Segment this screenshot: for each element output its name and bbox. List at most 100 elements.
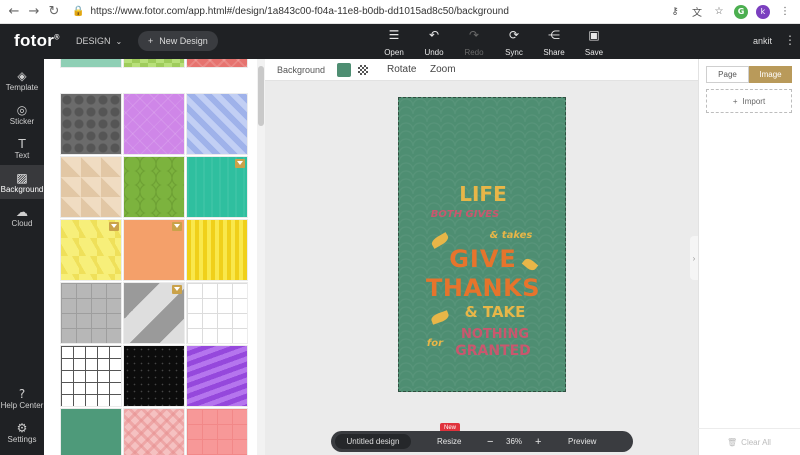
- tab-image[interactable]: Image: [749, 66, 792, 83]
- canvas-toolbar: Background Rotate Zoom: [265, 59, 698, 81]
- zoom-out-button[interactable]: −: [487, 431, 493, 452]
- more-icon[interactable]: ⋮: [784, 33, 796, 47]
- translate-icon[interactable]: 文: [690, 5, 704, 19]
- address-bar[interactable]: 🔒 https://www.fotor.com/app.html#/design…: [72, 3, 612, 21]
- pattern-tile[interactable]: [123, 282, 185, 344]
- pattern-tile[interactable]: [123, 156, 185, 218]
- poster-text-takes[interactable]: & takes: [427, 230, 595, 241]
- profile-avatar[interactable]: k: [756, 4, 770, 19]
- background-icon: ▨: [16, 170, 28, 185]
- fotor-logo[interactable]: fotor®: [14, 31, 60, 51]
- pattern-tile[interactable]: [123, 93, 185, 155]
- zoom-in-button[interactable]: +: [535, 431, 541, 452]
- sidebar-item-cloud[interactable]: ☁ Cloud: [0, 199, 44, 233]
- rotate-button[interactable]: Rotate: [387, 64, 416, 75]
- poster-text-thanks[interactable]: THANKS: [399, 274, 567, 302]
- pattern-tile[interactable]: [60, 219, 122, 281]
- panel-scrollbar-thumb[interactable]: [258, 66, 264, 126]
- save-button[interactable]: ▣ Save: [574, 28, 614, 58]
- back-icon[interactable]: ←: [4, 2, 24, 22]
- sticker-icon: ◎: [16, 102, 28, 117]
- share-icon: ⋲: [548, 28, 560, 42]
- url-text: https://www.fotor.com/app.html#/design/1…: [90, 6, 509, 17]
- plus-icon: +: [732, 96, 738, 106]
- premium-crown-icon: [235, 159, 245, 168]
- background-color-swatch[interactable]: [337, 63, 351, 77]
- help-icon: ?: [18, 386, 26, 401]
- grammarly-icon[interactable]: G: [734, 4, 748, 19]
- pattern-tile[interactable]: [60, 408, 122, 455]
- pattern-tile[interactable]: [60, 282, 122, 344]
- pattern-tile[interactable]: [186, 345, 248, 407]
- app-header: fotor® DESIGN ⌄ + New Design ☰ Open ↶ Un…: [0, 24, 800, 59]
- redo-button[interactable]: ↷ Redo: [454, 28, 494, 58]
- import-button[interactable]: + Import: [706, 89, 792, 113]
- design-canvas[interactable]: LIFE BOTH GIVES & takes GIVE THANKS & TA…: [398, 97, 566, 392]
- sidebar-item-settings[interactable]: ⚙ Settings: [0, 415, 44, 449]
- clear-all-button[interactable]: 🗑 Clear All: [698, 428, 800, 455]
- pattern-tile[interactable]: [186, 282, 248, 344]
- save-icon: ▣: [588, 28, 600, 42]
- design-menu[interactable]: DESIGN ⌄: [76, 36, 122, 46]
- poster-text-granted[interactable]: GRANTED: [409, 343, 577, 359]
- pattern-tile[interactable]: [186, 219, 248, 281]
- sync-icon: ⟳: [508, 28, 520, 42]
- sidebar-item-background[interactable]: ▨ Background: [0, 165, 44, 199]
- key-icon[interactable]: ⚷: [668, 5, 682, 19]
- undo-button[interactable]: ↶ Undo: [414, 28, 454, 58]
- zoom-button[interactable]: Zoom: [430, 64, 456, 75]
- forward-icon[interactable]: →: [24, 2, 44, 22]
- share-button[interactable]: ⋲ Share: [534, 28, 574, 58]
- background-label: Background: [277, 65, 326, 75]
- sidebar-item-template[interactable]: ◈ Template: [0, 63, 44, 97]
- lock-icon: 🔒: [72, 6, 85, 17]
- redo-icon: ↷: [468, 28, 480, 42]
- undo-icon: ↶: [428, 28, 440, 42]
- chevron-right-icon: ›: [692, 253, 696, 263]
- premium-crown-icon: [172, 222, 182, 231]
- left-sidebar: ◈ Template ◎ Sticker T Text ▨ Background…: [0, 59, 44, 455]
- resize-button[interactable]: Resize: [437, 431, 461, 452]
- open-button[interactable]: ☰ Open: [374, 28, 414, 58]
- design-menu-label: DESIGN: [76, 36, 111, 46]
- pattern-tile[interactable]: [123, 345, 185, 407]
- pattern-tile[interactable]: [60, 345, 122, 407]
- pattern-tile[interactable]: [186, 59, 248, 68]
- pattern-tile[interactable]: [123, 59, 185, 68]
- sidebar-item-help-center[interactable]: ? Help Center: [0, 381, 44, 415]
- menu-icon[interactable]: ⋮: [778, 5, 792, 19]
- background-pattern-panel: [44, 59, 265, 455]
- chevron-down-icon: ⌄: [115, 36, 123, 46]
- reload-icon[interactable]: ↻: [44, 2, 64, 22]
- pattern-tile[interactable]: [186, 93, 248, 155]
- pattern-tile[interactable]: [60, 156, 122, 218]
- open-icon: ☰: [388, 28, 400, 42]
- tab-page[interactable]: Page: [706, 66, 749, 83]
- design-name-field[interactable]: Untitled design: [335, 434, 411, 449]
- transparency-icon[interactable]: [358, 65, 368, 75]
- pattern-tile[interactable]: [60, 59, 122, 68]
- zoom-value: 36%: [506, 437, 523, 446]
- pattern-tile[interactable]: [186, 408, 248, 455]
- sidebar-item-text[interactable]: T Text: [0, 131, 44, 165]
- pattern-tile[interactable]: [186, 156, 248, 218]
- trash-icon: 🗑: [727, 437, 738, 447]
- poster-text-give[interactable]: GIVE: [399, 245, 567, 273]
- pattern-tile[interactable]: [123, 219, 185, 281]
- poster-text-life[interactable]: LIFE: [399, 182, 567, 206]
- sync-button[interactable]: ⟳ Sync: [494, 28, 534, 58]
- premium-crown-icon: [109, 222, 119, 231]
- plus-icon: +: [148, 36, 154, 46]
- username[interactable]: ankit: [753, 36, 772, 46]
- new-design-button[interactable]: + New Design: [138, 31, 218, 51]
- poster-text-both-gives[interactable]: BOTH GIVES: [381, 209, 549, 220]
- sidebar-item-sticker[interactable]: ◎ Sticker: [0, 97, 44, 131]
- pattern-tile[interactable]: [123, 408, 185, 455]
- star-icon[interactable]: ☆: [712, 5, 726, 19]
- settings-icon: ⚙: [16, 420, 28, 435]
- cloud-icon: ☁: [16, 204, 28, 219]
- preview-button[interactable]: Preview: [568, 431, 596, 452]
- layers-icon: ◈: [17, 68, 27, 83]
- collapse-right-panel-button[interactable]: ›: [690, 236, 698, 280]
- pattern-tile[interactable]: [60, 93, 122, 155]
